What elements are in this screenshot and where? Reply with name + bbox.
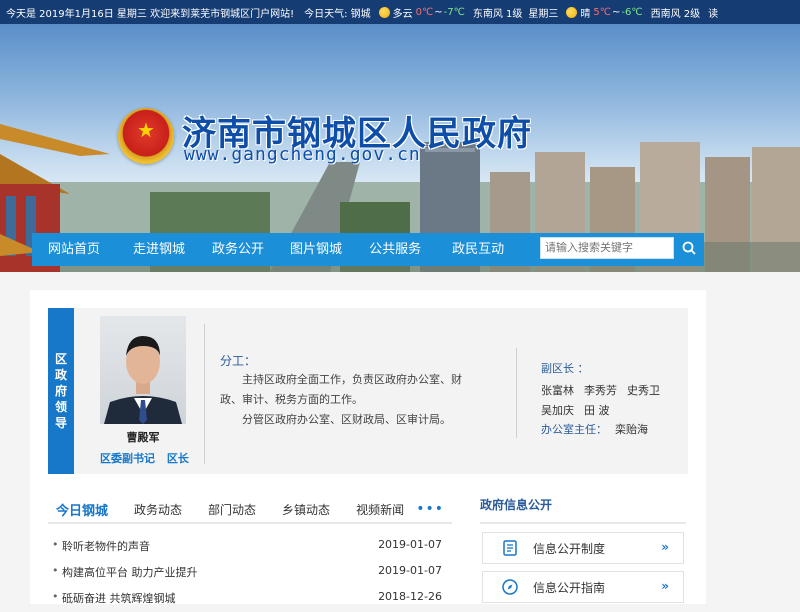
tomorrow-wind: 西南风 2级 xyxy=(650,8,701,20)
news-list: • 聆听老物件的声音 2019-01-07 • 构建高位平台 助力产业提升 20… xyxy=(48,534,452,612)
document-icon xyxy=(503,540,517,556)
deputy-title: 副区长 ： xyxy=(541,362,589,375)
info-policy-label: 信息公开制度 xyxy=(533,541,606,556)
deputy-list: 张富林 李秀芳 史秀卫 吴加庆田 波 xyxy=(541,381,681,421)
news-title[interactable]: 构建高位平台 助力产业提升 xyxy=(62,564,198,580)
search-button[interactable] xyxy=(678,237,700,259)
duty-line: 主持区政府全面工作，负责区政府办公室、财政、审计、税务方面的工作。 xyxy=(220,373,462,406)
today-low: -7℃ xyxy=(443,6,465,18)
site-url: www.gangcheng.gov.cn xyxy=(184,144,421,165)
main-content: 区政府领导 曹殿军 区委副书记 区长 分工： 主持区政府全面工作，负责区政府办公… xyxy=(30,290,706,605)
office-title: 办公室主任： xyxy=(541,423,607,436)
deputy-name[interactable]: 田 波 xyxy=(584,404,610,417)
leader-name[interactable]: 曹殿军 xyxy=(100,429,186,445)
more-news-button[interactable]: ••• xyxy=(416,501,444,517)
nav-item-interaction[interactable]: 政民互动 xyxy=(452,233,504,266)
tab-gov-news[interactable]: 政务动态 xyxy=(134,501,182,518)
duty-title: 分工： xyxy=(220,354,257,368)
nav-item-photos[interactable]: 图片钢城 xyxy=(290,233,342,266)
leader-panel: 区政府领导 曹殿军 区委副书记 区长 分工： 主持区政府全面工作，负责区政府办公… xyxy=(48,308,688,474)
nav-item-home[interactable]: 网站首页 xyxy=(48,233,100,266)
sunny-weather-icon xyxy=(566,6,578,18)
tab-video-news[interactable]: 视频新闻 xyxy=(356,501,404,518)
list-item[interactable]: • 构建高位平台 助力产业提升 2019-01-07 xyxy=(48,560,452,586)
bullet-icon: • xyxy=(52,538,59,551)
divider xyxy=(516,348,517,438)
tab-dept-news[interactable]: 部门动态 xyxy=(208,501,256,518)
main-nav: 网站首页 走进钢城 政务公开 图片钢城 公共服务 政民互动 xyxy=(32,233,704,266)
office-name[interactable]: 栾贻海 xyxy=(615,423,648,436)
search-icon xyxy=(682,241,696,255)
leader-tag-label: 区政府领导 xyxy=(54,352,67,430)
bullet-icon: • xyxy=(52,590,59,603)
leader-role: 区委副书记 xyxy=(100,452,155,465)
tomorrow-low: -6℃ xyxy=(621,6,643,18)
chevron-right-icon: » xyxy=(661,579,669,593)
info-policy-button[interactable]: 信息公开制度 » xyxy=(482,532,684,564)
news-title[interactable]: 聆听老物件的声音 xyxy=(62,538,150,554)
national-emblem-icon xyxy=(118,108,174,164)
today-wind: 东南风 1级 xyxy=(472,8,523,20)
today-high: 0℃ xyxy=(415,6,434,18)
leader-roles: 区委副书记 区长 xyxy=(100,450,200,466)
top-info-bar: 今天是 2019年1月16日 星期三 欢迎来到莱芜市钢城区门户网站! 今日天气:… xyxy=(0,0,800,24)
leader-tag: 区政府领导 xyxy=(48,308,74,474)
office-director: 办公室主任： 栾贻海 xyxy=(541,421,648,437)
search-input[interactable] xyxy=(540,237,674,259)
deputy-name[interactable]: 张富林 xyxy=(541,384,574,397)
weather-label: 今日天气: 钢城 xyxy=(304,8,371,20)
leader-role: 区长 xyxy=(166,452,189,465)
nav-item-about[interactable]: 走进钢城 xyxy=(133,233,185,266)
cloudy-weather-icon xyxy=(378,6,390,18)
deputy-name[interactable]: 李秀芳 xyxy=(584,384,617,397)
nav-item-public-service[interactable]: 公共服务 xyxy=(369,233,421,266)
compass-icon xyxy=(502,579,518,595)
tab-town-news[interactable]: 乡镇动态 xyxy=(282,501,330,518)
nav-item-gov-affairs[interactable]: 政务公开 xyxy=(212,233,264,266)
today-temp-sep: ~ xyxy=(434,6,443,18)
divider xyxy=(204,324,205,464)
tomorrow-temp-sep: ~ xyxy=(611,6,621,18)
date-greeting: 今天是 2019年1月16日 星期三 欢迎来到莱芜市钢城区门户网站! xyxy=(6,8,295,20)
info-guide-label: 信息公开指南 xyxy=(533,580,606,595)
today-weekday: 星期三 xyxy=(528,8,559,20)
duty-line: 分管区政府办公室、区财政局、区审计局。 xyxy=(242,413,451,426)
info-disclosure-title[interactable]: 政府信息公开 xyxy=(480,496,686,524)
more-link[interactable]: 读 xyxy=(708,5,718,20)
leader-photo[interactable] xyxy=(100,316,186,424)
news-date: 2018-12-26 xyxy=(378,590,442,603)
tomorrow-high: 5℃ xyxy=(593,6,611,18)
tomorrow-condition: 晴 xyxy=(580,8,591,20)
news-tabs: 今日钢城 政务动态 部门动态 乡镇动态 视频新闻 ••• xyxy=(48,496,452,524)
tab-today[interactable]: 今日钢城 xyxy=(56,500,108,519)
news-date: 2019-01-07 xyxy=(378,564,442,577)
info-guide-button[interactable]: 信息公开指南 » xyxy=(482,571,684,603)
today-condition: 多云 xyxy=(392,8,413,20)
duty-description: 主持区政府全面工作，负责区政府办公室、财政、审计、税务方面的工作。 分管区政府办… xyxy=(220,370,470,430)
bullet-icon: • xyxy=(52,564,59,577)
chevron-right-icon: » xyxy=(661,540,669,554)
portrait-image xyxy=(104,336,182,424)
news-date: 2019-01-07 xyxy=(378,538,442,551)
list-item[interactable]: • 砥砺奋进 共筑辉煌钢城 2018-12-26 xyxy=(48,586,452,612)
deputy-name[interactable]: 史秀卫 xyxy=(627,384,660,397)
list-item[interactable]: • 聆听老物件的声音 2019-01-07 xyxy=(48,534,452,560)
deputy-name[interactable]: 吴加庆 xyxy=(541,404,574,417)
